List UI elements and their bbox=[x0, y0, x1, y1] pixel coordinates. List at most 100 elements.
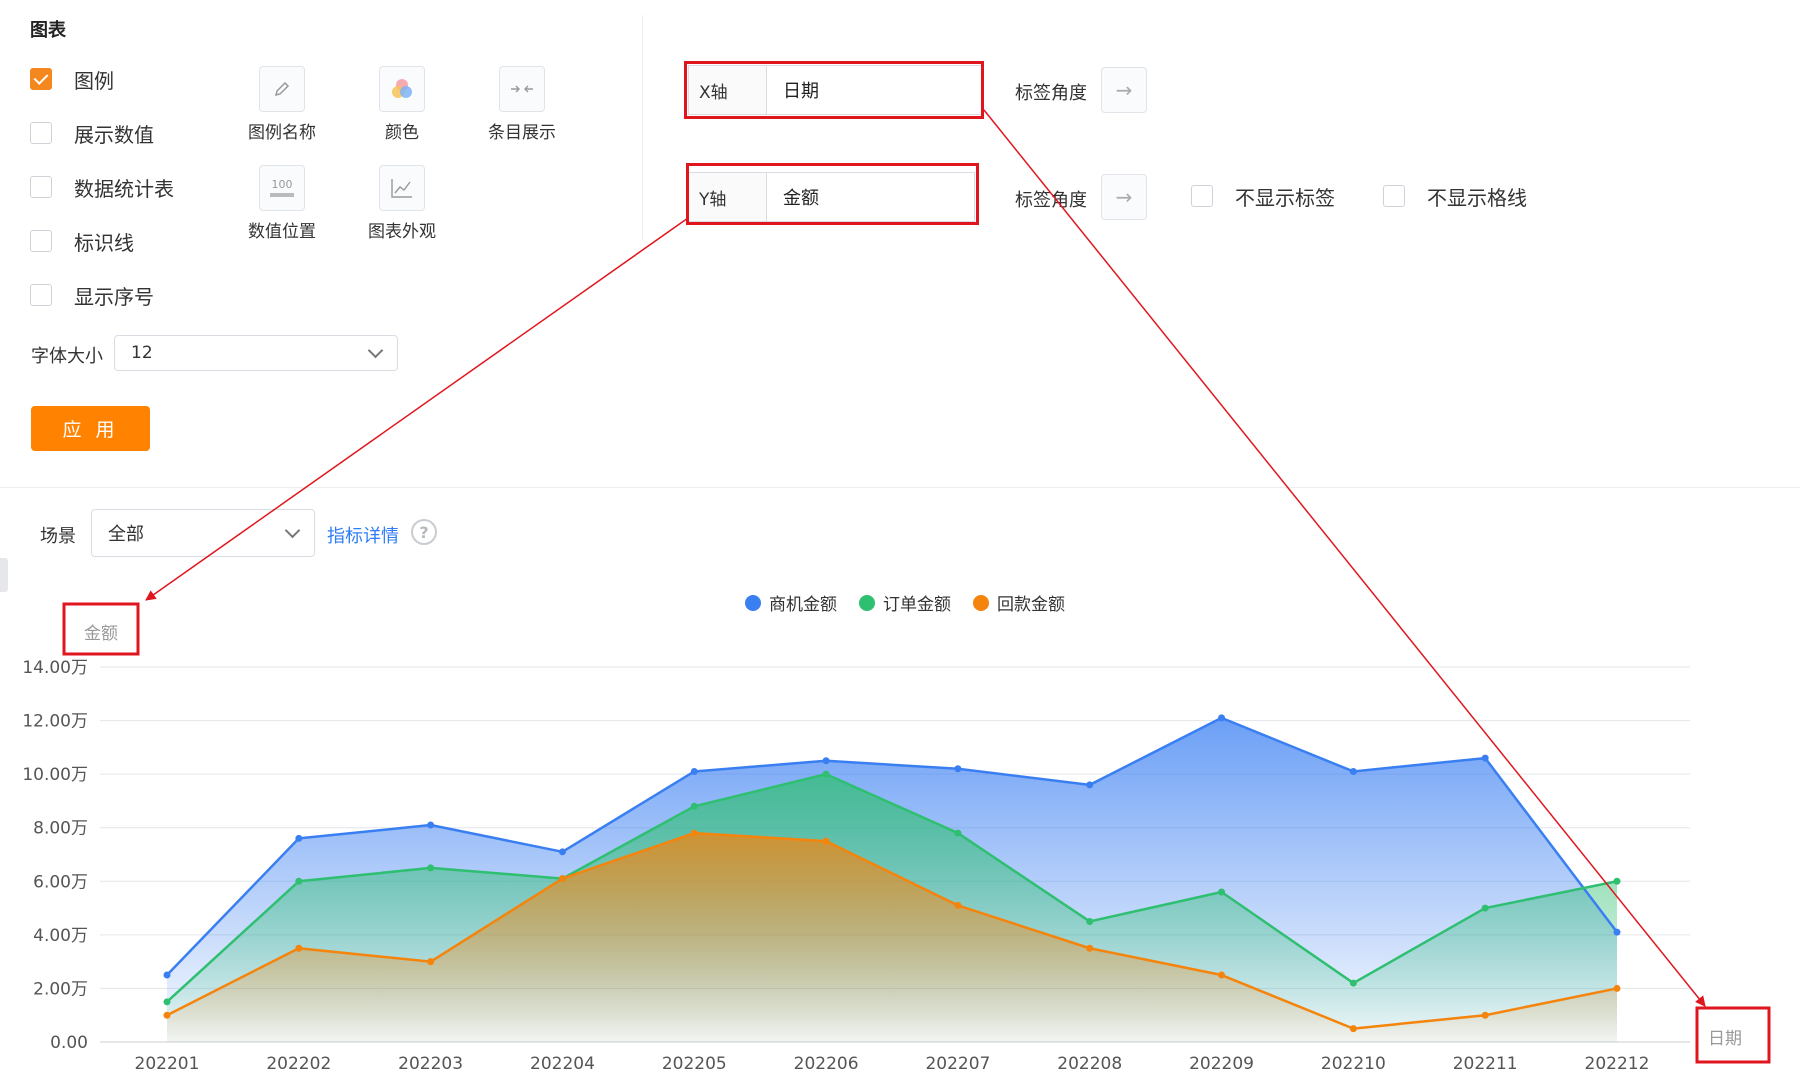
data-table-checkbox[interactable] bbox=[30, 176, 52, 198]
series-line bbox=[166, 716, 1618, 976]
hide-grid-label: 不显示格线 bbox=[1427, 185, 1527, 210]
legend-dot bbox=[859, 594, 875, 611]
chart-appearance-tool[interactable]: 图表外观 bbox=[342, 165, 462, 242]
area-layer bbox=[167, 717, 1617, 1042]
line-chart-icon[interactable] bbox=[379, 165, 425, 211]
x-tick-label: 202202 bbox=[266, 1054, 331, 1074]
data-point bbox=[427, 821, 435, 829]
help-icon-glyph: ? bbox=[419, 522, 429, 542]
font-size-select[interactable]: 12 bbox=[114, 335, 398, 371]
legend-item-order[interactable]: 订单金额 bbox=[859, 590, 951, 615]
legend-checkbox[interactable] bbox=[30, 68, 52, 90]
hide-labels-checkbox-row[interactable]: 不显示标签 bbox=[1191, 181, 1335, 211]
y-tick-label: 6.00万 bbox=[33, 872, 88, 892]
show-values-checkbox-row[interactable]: 展示数值 bbox=[30, 118, 154, 148]
help-icon[interactable]: ? bbox=[411, 519, 437, 545]
arrow-right-icon: → bbox=[1115, 78, 1133, 102]
legend-name-tool[interactable]: 图例名称 bbox=[222, 66, 342, 143]
x-tick-label: 202204 bbox=[530, 1054, 595, 1074]
data-point bbox=[163, 971, 171, 979]
value-position-tool[interactable]: 100 数值位置 bbox=[222, 165, 342, 242]
show-index-checkbox[interactable] bbox=[30, 284, 52, 306]
collapse-arrows-icon[interactable] bbox=[499, 66, 545, 112]
x-axis-name: 日期 bbox=[1708, 1029, 1742, 1049]
data-point bbox=[1613, 877, 1621, 885]
data-point bbox=[822, 757, 830, 765]
chart-section-title: 图表 bbox=[30, 20, 66, 41]
data-table-checkbox-row[interactable]: 数据统计表 bbox=[30, 172, 174, 202]
data-point bbox=[558, 848, 566, 856]
arrow-right-icon: → bbox=[1115, 185, 1133, 209]
y-tick-label: 0.00 bbox=[50, 1033, 88, 1053]
legend-label: 商机金额 bbox=[769, 595, 837, 615]
hide-labels-checkbox[interactable] bbox=[1191, 185, 1213, 207]
pencil-icon[interactable] bbox=[259, 66, 305, 112]
color-palette-icon[interactable] bbox=[379, 66, 425, 112]
marker-line-checkbox[interactable] bbox=[30, 230, 52, 252]
legend-item-opportunity[interactable]: 商机金额 bbox=[745, 590, 837, 615]
scene-select[interactable]: 全部 bbox=[91, 509, 315, 557]
font-size-label: 字体大小 bbox=[31, 346, 103, 367]
data-point bbox=[1349, 767, 1357, 775]
side-drag-handle[interactable] bbox=[0, 558, 8, 592]
x-axis-angle-button[interactable]: → bbox=[1101, 67, 1147, 113]
show-index-checkbox-row[interactable]: 显示序号 bbox=[30, 280, 154, 310]
data-point bbox=[1481, 1011, 1489, 1019]
label-layer: 0.00 2.00万 4.00万 6.00万 8.00万 10.00万 12.00万 14.0… bbox=[22, 624, 1742, 1074]
section-divider bbox=[0, 487, 1800, 488]
data-point bbox=[1613, 928, 1621, 936]
x-tick-label: 202205 bbox=[662, 1054, 727, 1074]
legend-checkbox-label: 图例 bbox=[74, 68, 114, 93]
x-tick-label: 202212 bbox=[1585, 1054, 1650, 1074]
data-point bbox=[954, 829, 962, 837]
data-point bbox=[690, 829, 698, 837]
legend-label: 回款金额 bbox=[997, 595, 1065, 615]
y-tick-label: 4.00万 bbox=[33, 926, 88, 946]
data-point bbox=[163, 998, 171, 1006]
y-axis-angle-label: 标签角度 bbox=[1015, 190, 1087, 211]
item-display-tool[interactable]: 条目展示 bbox=[462, 66, 582, 143]
apply-button[interactable]: 应 用 bbox=[31, 406, 150, 451]
chart-appearance-tool-label: 图表外观 bbox=[368, 222, 436, 242]
x-tick-label: 202203 bbox=[398, 1054, 463, 1074]
data-point bbox=[954, 901, 962, 909]
value-position-icon[interactable]: 100 bbox=[259, 165, 305, 211]
y-axis-angle-button[interactable]: → bbox=[1101, 174, 1147, 220]
x-tick-label: 202208 bbox=[1057, 1054, 1122, 1074]
panel-divider bbox=[642, 15, 643, 240]
series-area bbox=[167, 717, 1617, 1042]
data-point bbox=[295, 944, 303, 952]
y-axis-highlight-box bbox=[686, 163, 979, 225]
legend-checkbox-row[interactable]: 图例 bbox=[30, 64, 114, 94]
show-index-checkbox-label: 显示序号 bbox=[74, 284, 154, 309]
data-point bbox=[558, 875, 566, 883]
marker-line-checkbox-row[interactable]: 标识线 bbox=[30, 226, 134, 256]
color-tool[interactable]: 颜色 bbox=[342, 66, 462, 143]
data-point bbox=[822, 837, 830, 845]
x-tick-label: 202207 bbox=[925, 1054, 990, 1074]
y-axis-name-highlight bbox=[62, 602, 140, 656]
hide-grid-checkbox[interactable] bbox=[1383, 185, 1405, 207]
data-table-checkbox-label: 数据统计表 bbox=[74, 176, 174, 201]
data-point bbox=[1349, 979, 1357, 987]
show-values-checkbox[interactable] bbox=[30, 122, 52, 144]
font-size-value: 12 bbox=[131, 343, 153, 363]
data-point bbox=[1481, 754, 1489, 762]
data-point bbox=[1349, 1025, 1357, 1033]
metric-detail-link[interactable]: 指标详情 bbox=[327, 522, 399, 548]
scene-label: 场景 bbox=[40, 526, 76, 547]
hide-grid-checkbox-row[interactable]: 不显示格线 bbox=[1383, 181, 1527, 211]
y-tick-label: 12.00万 bbox=[22, 712, 88, 732]
value-position-tool-label: 数值位置 bbox=[248, 222, 316, 242]
y-tick-label: 14.00万 bbox=[22, 658, 88, 678]
marker-line-checkbox-label: 标识线 bbox=[74, 230, 134, 255]
legend-item-payment[interactable]: 回款金额 bbox=[973, 590, 1065, 615]
grid-layer bbox=[100, 666, 1690, 1043]
data-point bbox=[1481, 904, 1489, 912]
data-point bbox=[690, 802, 698, 810]
data-point bbox=[1218, 888, 1226, 896]
data-point bbox=[1218, 971, 1226, 979]
series-line bbox=[166, 772, 1618, 1003]
data-point bbox=[427, 864, 435, 872]
data-point bbox=[1086, 944, 1094, 952]
